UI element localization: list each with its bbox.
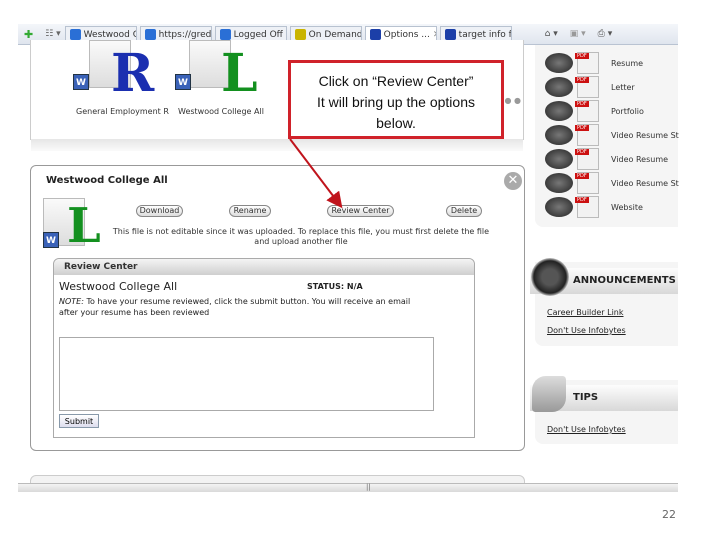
page-number: 22: [662, 508, 676, 521]
tip-link[interactable]: Don't Use Infobytes: [547, 425, 626, 434]
document-type-item[interactable]: Video Resume St: [545, 172, 679, 194]
instruction-callout: Click on “Review Center” It will bring u…: [288, 60, 504, 139]
video-camera-icon[interactable]: [545, 101, 573, 121]
pdf-icon[interactable]: [575, 148, 599, 170]
document-type-label[interactable]: Video Resume St: [611, 179, 679, 188]
document-type-label[interactable]: Resume: [611, 59, 643, 68]
video-camera-icon[interactable]: [545, 173, 573, 193]
video-camera-icon[interactable]: [545, 125, 573, 145]
announcement-link[interactable]: Career Builder Link: [547, 308, 624, 317]
video-camera-icon[interactable]: [545, 77, 573, 97]
horizontal-scrollbar[interactable]: ||: [18, 483, 678, 492]
callout-line: It will bring up the options: [317, 94, 475, 110]
document-type-label[interactable]: Letter: [611, 83, 635, 92]
video-camera-icon[interactable]: [545, 149, 573, 169]
document-type-label[interactable]: Video Resume: [611, 155, 668, 164]
pdf-icon[interactable]: [575, 76, 599, 98]
document-type-label[interactable]: Website: [611, 203, 643, 212]
callout-line: Click on “Review Center”: [318, 73, 474, 89]
announcement-link[interactable]: Don't Use Infobytes: [547, 326, 626, 335]
speaker-icon: [531, 258, 569, 296]
tips-scroll-icon: [532, 376, 566, 412]
pdf-icon[interactable]: [575, 196, 599, 218]
pdf-icon[interactable]: [575, 52, 599, 74]
document-type-item[interactable]: Resume: [545, 52, 643, 74]
callout-line: below.: [376, 115, 416, 131]
pdf-icon[interactable]: [575, 172, 599, 194]
video-camera-icon[interactable]: [545, 197, 573, 217]
document-type-item[interactable]: Website: [545, 196, 643, 218]
video-camera-icon[interactable]: [545, 53, 573, 73]
document-type-item[interactable]: Letter: [545, 76, 635, 98]
document-type-label[interactable]: Video Resume St: [611, 131, 679, 140]
document-type-item[interactable]: Video Resume: [545, 148, 668, 170]
pdf-icon[interactable]: [575, 100, 599, 122]
document-type-label[interactable]: Portfolio: [611, 107, 644, 116]
pdf-icon[interactable]: [575, 124, 599, 146]
document-type-item[interactable]: Video Resume St: [545, 124, 679, 146]
scroll-grip-icon[interactable]: ||: [366, 483, 371, 491]
document-type-item[interactable]: Portfolio: [545, 100, 644, 122]
